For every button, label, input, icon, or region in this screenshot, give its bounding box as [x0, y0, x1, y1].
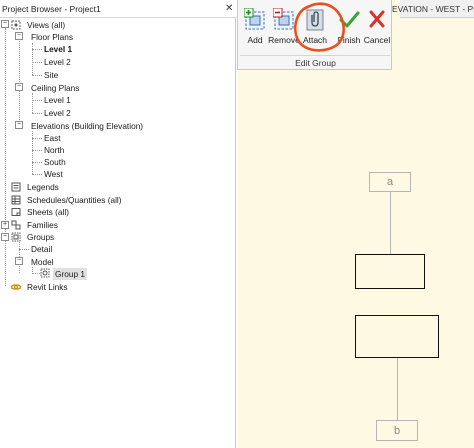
- legend-icon: [11, 182, 21, 192]
- collapse-toggle[interactable]: −: [1, 20, 9, 28]
- model-group-element[interactable]: [355, 254, 425, 289]
- add-to-group-icon: [244, 8, 265, 30]
- collapse-toggle[interactable]: −: [15, 257, 23, 265]
- panel-separator: [240, 55, 390, 56]
- model-group-icon: [40, 268, 50, 278]
- project-browser-titlebar: Project Browser - Project1 ✕: [0, 0, 236, 18]
- collapse-toggle[interactable]: −: [1, 233, 9, 241]
- tree-line: [32, 43, 33, 75]
- tree-line: [19, 36, 20, 126]
- tree-line: [32, 162, 42, 163]
- collapse-toggle[interactable]: −: [15, 121, 23, 129]
- tree-line: [32, 93, 33, 113]
- view-tab-title: EVATION - WEST - PR...: [392, 4, 474, 14]
- grid-tag-a[interactable]: a: [369, 172, 411, 192]
- project-browser-title: Project Browser - Project1: [2, 4, 101, 14]
- tree-line: [32, 100, 42, 101]
- tree-line: [19, 249, 29, 250]
- groups-icon: [11, 232, 21, 242]
- families-icon: [11, 220, 21, 230]
- collapse-toggle[interactable]: −: [15, 83, 23, 91]
- tree-line: [32, 174, 42, 175]
- grid-tag-b[interactable]: b: [376, 420, 418, 441]
- cancel-button[interactable]: Cancel: [360, 8, 394, 48]
- grid-line: [390, 192, 391, 254]
- collapse-toggle[interactable]: −: [15, 32, 23, 40]
- highlight-circle-annotation: [294, 2, 345, 52]
- tree-line: [32, 113, 42, 114]
- sheet-icon: [11, 208, 21, 216]
- tree-line: [32, 49, 42, 50]
- tree-line: [32, 75, 42, 76]
- schedule-icon: [11, 195, 21, 205]
- grid-line: [397, 358, 398, 422]
- project-browser: Project Browser - Project1 ✕ − Views (al…: [0, 0, 236, 448]
- view-tab[interactable]: EVATION - WEST - PR...: [392, 0, 474, 18]
- link-icon: [11, 284, 21, 290]
- close-x-icon: [369, 10, 385, 28]
- views-icon: [11, 20, 21, 30]
- expand-toggle[interactable]: +: [1, 221, 9, 229]
- tree-line: [32, 273, 40, 274]
- tree-line: [32, 62, 42, 63]
- close-icon[interactable]: ✕: [225, 3, 233, 14]
- model-group-element[interactable]: [355, 315, 439, 358]
- tree-line: [32, 138, 42, 139]
- edit-group-panel-label: Edit Group: [295, 58, 336, 68]
- tree-line: [5, 28, 6, 286]
- tree-line: [32, 150, 42, 151]
